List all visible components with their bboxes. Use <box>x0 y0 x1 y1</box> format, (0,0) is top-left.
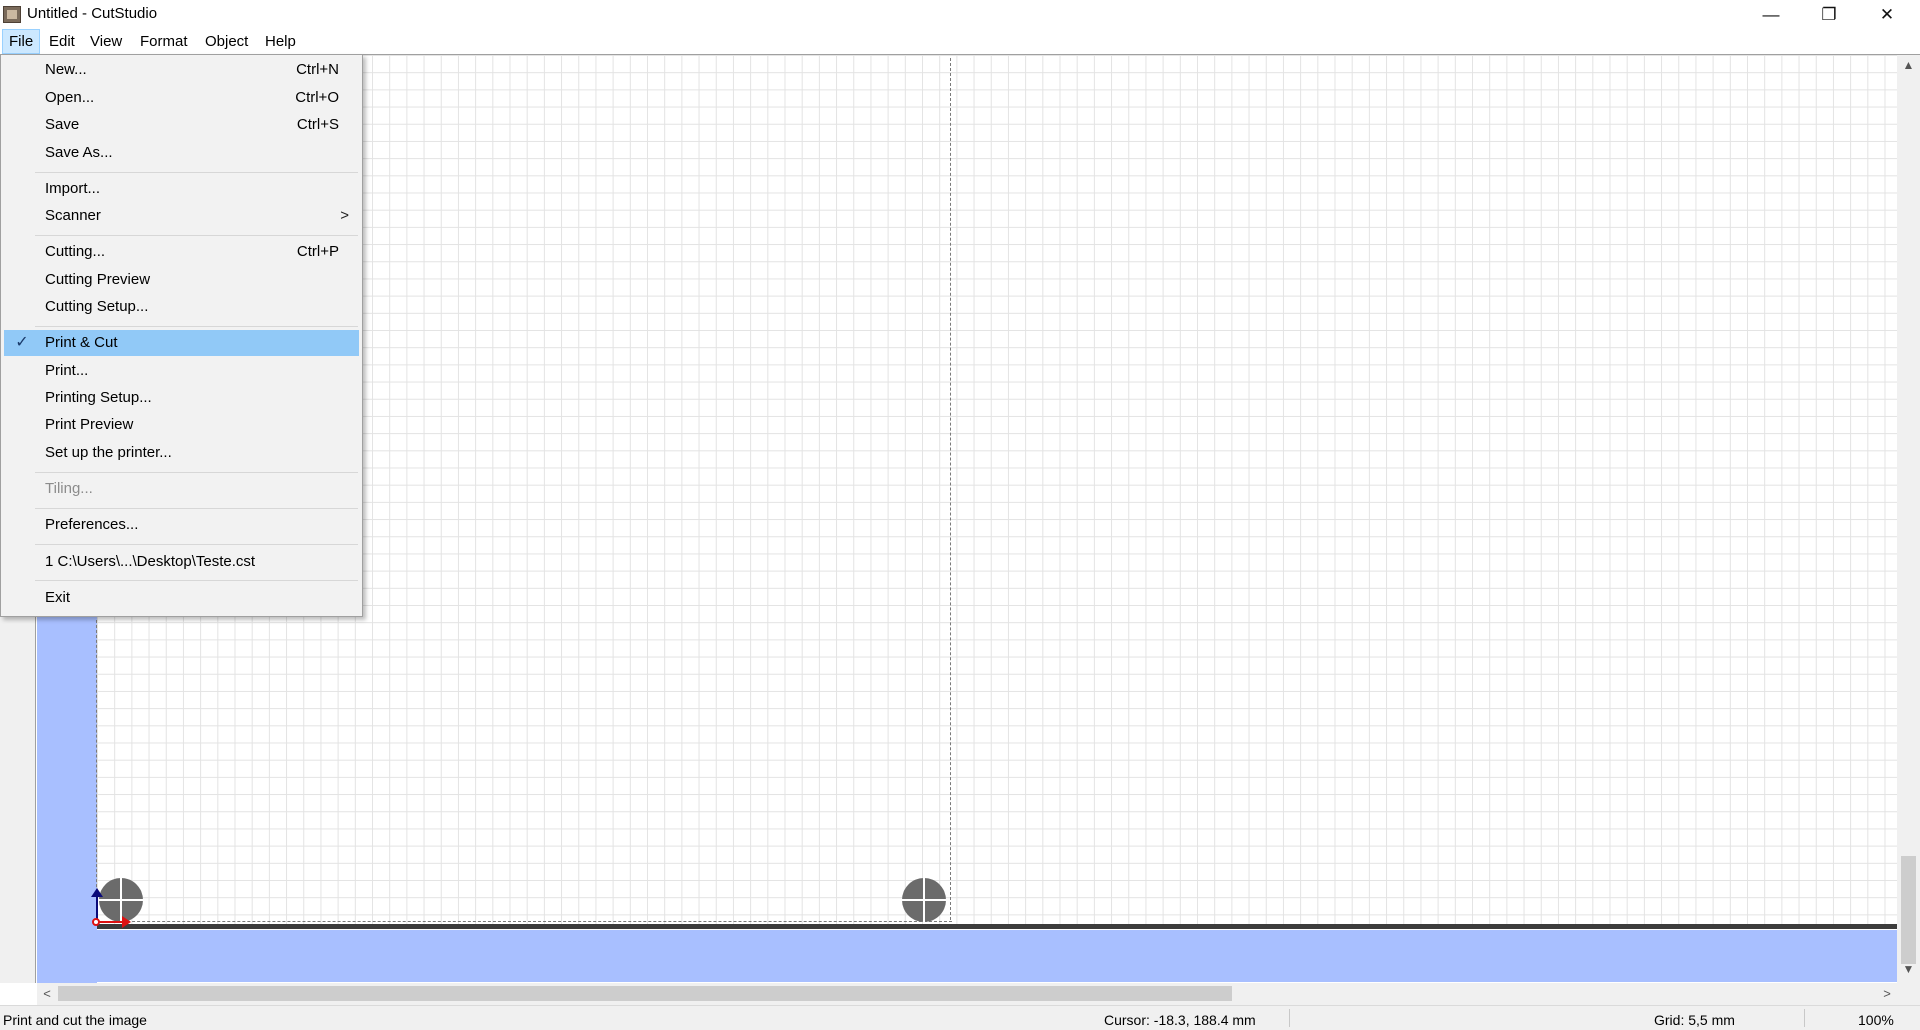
scroll-down-icon[interactable]: ▼ <box>1897 962 1920 980</box>
menu-item-exit[interactable]: Exit <box>4 585 359 611</box>
minimize-icon: — <box>1762 4 1780 24</box>
menu-item-cutting-preview[interactable]: Cutting Preview <box>4 267 359 293</box>
menu-separator <box>35 172 358 173</box>
page-border-right <box>950 58 951 920</box>
vertical-scrollbar[interactable] <box>1897 55 1920 983</box>
drawing-canvas[interactable] <box>97 55 1897 925</box>
window-title: Untitled - CutStudio <box>27 5 158 22</box>
submenu-arrow-icon: > <box>340 207 349 224</box>
scroll-up-icon[interactable]: ▲ <box>1897 58 1920 76</box>
menu-edit[interactable]: Edit <box>43 29 81 54</box>
menu-separator <box>35 580 358 581</box>
menu-separator <box>35 508 358 509</box>
cursor-position: Cursor: -18.3, 188.4 mm <box>1104 1012 1256 1028</box>
menu-item-import[interactable]: Import... <box>4 176 359 202</box>
grid-size: Grid: 5,5 mm <box>1654 1012 1735 1028</box>
menu-item-new[interactable]: New... Ctrl+N <box>4 57 359 83</box>
menu-separator <box>35 326 358 327</box>
menu-separator <box>35 544 358 545</box>
menu-item-scanner[interactable]: Scanner > <box>4 203 359 229</box>
close-button[interactable]: ✕ <box>1858 0 1916 29</box>
menu-item-cutting-setup[interactable]: Cutting Setup... <box>4 294 359 320</box>
vertical-scroll-thumb[interactable] <box>1901 856 1916 964</box>
scroll-left-icon[interactable]: < <box>38 983 56 1005</box>
status-message: Print and cut the image <box>3 1012 147 1028</box>
menu-separator <box>35 472 358 473</box>
status-divider <box>1804 1009 1805 1027</box>
menu-item-open[interactable]: Open... Ctrl+O <box>4 85 359 111</box>
title-bar: Untitled - CutStudio — ❐ ✕ <box>0 0 1920 29</box>
menu-view[interactable]: View <box>84 29 128 54</box>
status-divider <box>1289 1009 1290 1027</box>
menu-item-printing-setup[interactable]: Printing Setup... <box>4 385 359 411</box>
menu-object[interactable]: Object <box>199 29 254 54</box>
crop-mark-icon <box>902 878 946 922</box>
menu-file[interactable]: File <box>2 29 41 54</box>
status-bar: Print and cut the image Cursor: -18.3, 1… <box>0 1005 1920 1030</box>
menu-item-print-and-cut[interactable]: ✓ Print & Cut <box>4 330 359 356</box>
menu-item-print-preview[interactable]: Print Preview <box>4 412 359 438</box>
scroll-right-icon[interactable]: > <box>1878 983 1896 1005</box>
cutstudio-app-icon <box>3 6 21 23</box>
file-menu-dropdown: New... Ctrl+N Open... Ctrl+O Save Ctrl+S… <box>0 54 363 617</box>
menu-item-preferences[interactable]: Preferences... <box>4 512 359 538</box>
restore-icon: ❐ <box>1821 4 1837 24</box>
horizontal-scroll-thumb[interactable] <box>58 986 1232 1001</box>
x-axis-arrow-icon <box>99 921 124 923</box>
origin-point-icon[interactable] <box>92 918 100 926</box>
menu-item-tiling: Tiling... <box>45 480 93 497</box>
crop-mark-icon <box>99 878 143 922</box>
zoom-level: 100% <box>1858 1012 1894 1028</box>
menu-help[interactable]: Help <box>259 29 302 54</box>
scrollbar-corner <box>1897 983 1920 1005</box>
menu-separator <box>35 235 358 236</box>
menu-item-cutting[interactable]: Cutting... Ctrl+P <box>4 239 359 265</box>
media-area-bottom <box>37 930 1897 982</box>
minimize-button[interactable]: — <box>1742 0 1800 29</box>
restore-button[interactable]: ❐ <box>1800 0 1858 29</box>
checkmark-icon: ✓ <box>15 334 29 351</box>
y-axis-arrow-icon <box>96 893 98 921</box>
menu-format[interactable]: Format <box>134 29 194 54</box>
menu-item-save[interactable]: Save Ctrl+S <box>4 112 359 138</box>
page-border-bottom <box>97 921 952 922</box>
page-border-left <box>96 620 97 922</box>
menu-item-print[interactable]: Print... <box>4 358 359 384</box>
close-icon: ✕ <box>1879 4 1895 24</box>
y-axis-arrowhead-icon <box>91 888 103 897</box>
menu-item-recent-file[interactable]: 1 C:\Users\...\Desktop\Teste.cst <box>4 549 359 575</box>
menu-item-save-as[interactable]: Save As... <box>4 140 359 166</box>
menu-item-setup-printer[interactable]: Set up the printer... <box>4 440 359 466</box>
menu-bar: File Edit View Format Object Help <box>0 29 1920 54</box>
x-axis-arrowhead-icon <box>122 916 131 928</box>
media-baseline <box>97 924 1897 929</box>
